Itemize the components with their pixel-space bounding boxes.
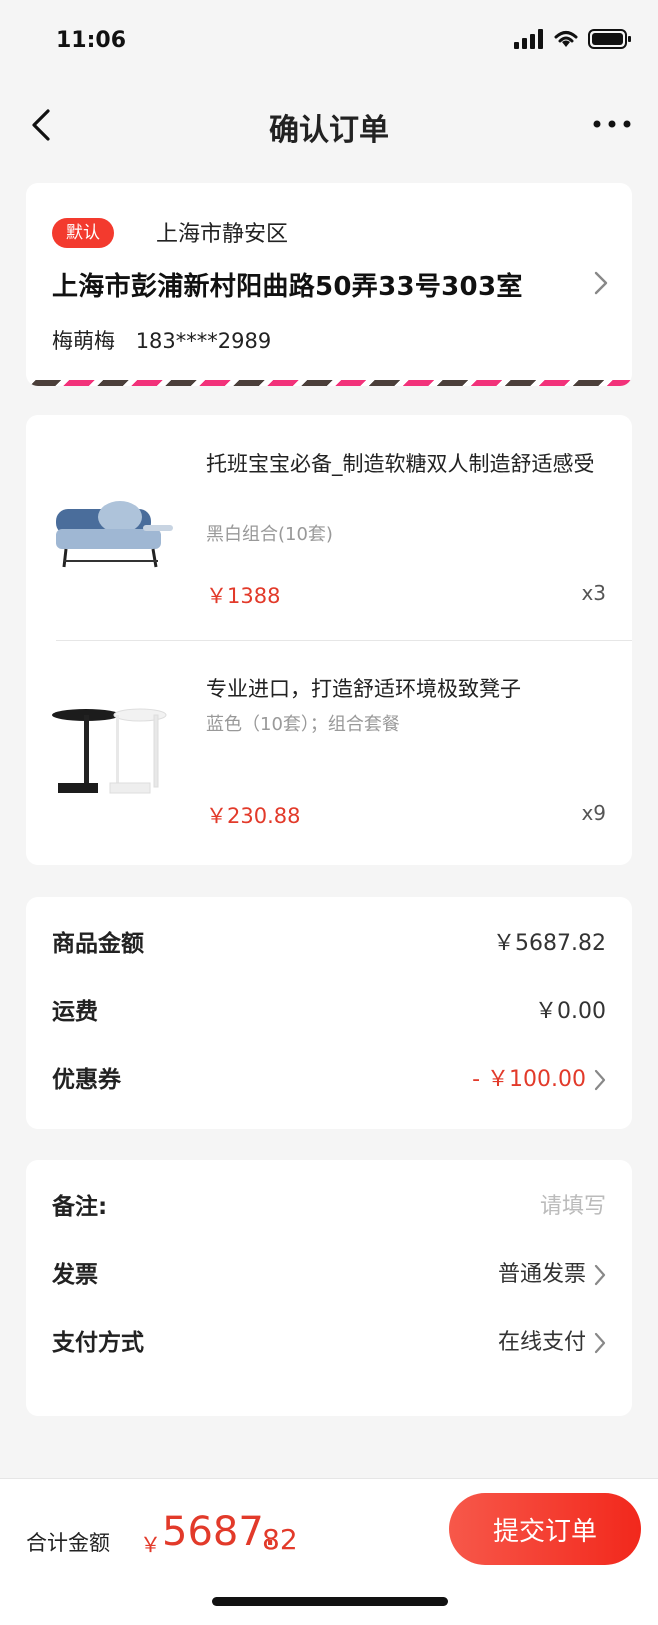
goods-amount-label: 商品金额 xyxy=(52,931,144,957)
invoice-row[interactable]: 发票 普通发票 xyxy=(52,1255,606,1295)
sofa-product-image xyxy=(56,501,173,568)
remark-placeholder: 请填写 xyxy=(539,1194,606,1219)
payment-value[interactable]: 在线支付 xyxy=(498,1323,606,1363)
coupon-label: 优惠券 xyxy=(52,1067,121,1093)
total-amount-decimal: 82 xyxy=(262,1523,298,1556)
shipping-value: ￥0.00 xyxy=(535,992,606,1032)
default-badge: 默认 xyxy=(52,218,114,248)
goods-amount-text: ￥5687.82 xyxy=(493,931,606,956)
order-options-card: 备注: 请填写 发票 普通发票 支付方式 在线支付 xyxy=(26,1160,632,1416)
home-indicator xyxy=(212,1597,448,1606)
total-label: 合计金额 xyxy=(26,1531,110,1555)
more-button[interactable] xyxy=(592,109,632,139)
total-currency: ￥ xyxy=(140,1533,161,1557)
address-detail: 上海市彭浦新村阳曲路50弄33号303室 xyxy=(52,272,523,302)
goods-quantity: x9 xyxy=(581,801,606,825)
goods-name: 专业进口，打造舒适环境极致凳子 xyxy=(206,677,521,701)
cellular-signal-icon xyxy=(514,29,543,49)
status-time: 11:06 xyxy=(56,28,127,53)
chevron-right-icon xyxy=(594,1332,606,1354)
address-stripe-divider xyxy=(26,380,632,386)
coupon-value[interactable]: - ￥100.00 xyxy=(472,1060,606,1100)
contact-name: 梅萌梅 xyxy=(52,329,115,353)
wifi-icon xyxy=(554,31,578,47)
goods-amount-value: ￥5687.82 xyxy=(493,924,606,964)
battery-icon xyxy=(588,29,631,49)
chevron-right-icon xyxy=(594,1069,606,1091)
status-bar: 11:06 xyxy=(0,0,658,86)
goods-item[interactable]: 托班宝宝必备_制造软糖双人制造舒适感受 黑白组合(10套) ￥1388 x3 xyxy=(26,415,632,635)
page-title: 确认订单 xyxy=(269,113,389,148)
contact-phone: 183****2989 xyxy=(135,329,272,353)
goods-quantity: x3 xyxy=(581,581,606,605)
remark-label: 备注: xyxy=(52,1194,108,1220)
address-contact: 梅萌梅 183****2989 xyxy=(52,325,285,355)
shipping-text: ￥0.00 xyxy=(535,999,606,1024)
total-amount-integer: 5687. xyxy=(162,1509,277,1555)
status-icons xyxy=(514,28,632,50)
chevron-right-icon xyxy=(594,271,608,295)
nav-bar: 确认订单 xyxy=(0,95,658,155)
goods-spec: 蓝色（10套）；组合套餐 xyxy=(206,714,400,735)
shipping-label: 运费 xyxy=(52,999,98,1025)
goods-spec: 黑白组合(10套) xyxy=(206,524,333,545)
goods-price: ￥1388 xyxy=(206,584,281,608)
payment-text: 在线支付 xyxy=(497,1330,586,1355)
coupon-text: - ￥100.00 xyxy=(472,1067,586,1092)
payment-row[interactable]: 支付方式 在线支付 xyxy=(52,1323,606,1363)
more-dots-icon xyxy=(593,120,631,128)
goods-card: 托班宝宝必备_制造软糖双人制造舒适感受 黑白组合(10套) ￥1388 x3 专… xyxy=(26,415,632,865)
shipping-row: 运费 ￥0.00 xyxy=(52,992,606,1032)
remark-row[interactable]: 备注: 请填写 xyxy=(52,1187,606,1227)
chevron-right-icon xyxy=(594,1264,606,1286)
address-region: 上海市静安区 xyxy=(156,222,289,247)
amount-card: 商品金额 ￥5687.82 运费 ￥0.00 优惠券 - ￥100.00 xyxy=(26,897,632,1129)
goods-price: ￥230.88 xyxy=(206,804,301,828)
payment-label: 支付方式 xyxy=(52,1330,144,1356)
goods-amount-row: 商品金额 ￥5687.82 xyxy=(52,924,606,964)
remark-input[interactable]: 请填写 xyxy=(540,1187,606,1227)
side-table-product-image xyxy=(52,708,167,794)
invoice-value[interactable]: 普通发票 xyxy=(498,1255,606,1295)
goods-name: 托班宝宝必备_制造软糖双人制造舒适感受 xyxy=(206,452,595,476)
invoice-text: 普通发票 xyxy=(497,1262,586,1287)
goods-item[interactable]: 专业进口，打造舒适环境极致凳子 蓝色（10套）；组合套餐 ￥230.88 x9 xyxy=(26,640,632,860)
submit-order-button[interactable]: 提交订单 xyxy=(449,1493,641,1565)
invoice-label: 发票 xyxy=(52,1262,98,1288)
coupon-row[interactable]: 优惠券 - ￥100.00 xyxy=(52,1060,606,1100)
address-card[interactable]: 默认 上海市静安区 上海市彭浦新村阳曲路50弄33号303室 梅萌梅 183**… xyxy=(26,183,632,386)
